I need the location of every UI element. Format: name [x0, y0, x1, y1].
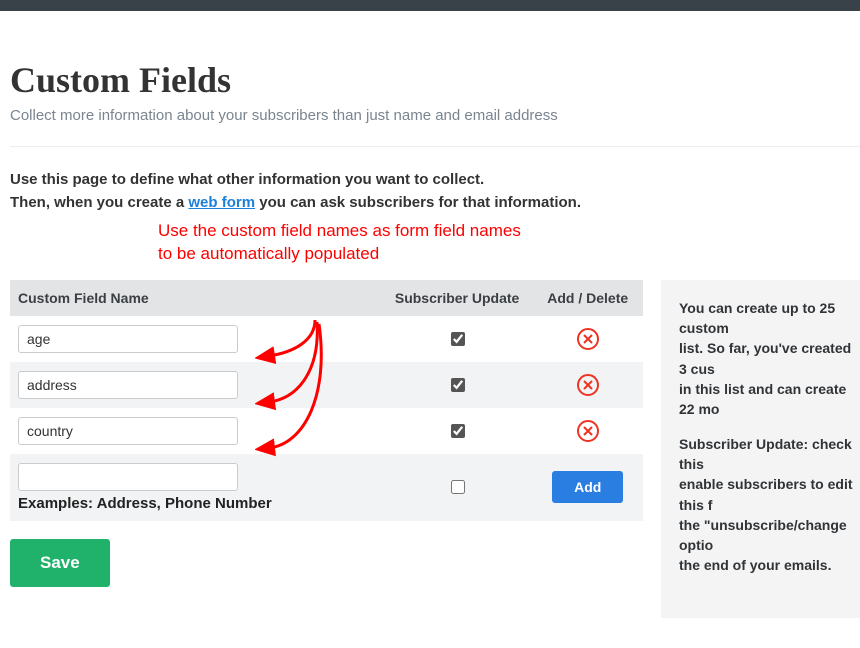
subscriber-update-checkbox[interactable]: [451, 480, 465, 494]
field-name-input[interactable]: [18, 325, 238, 353]
examples-text: Examples: Address, Phone Number: [18, 495, 374, 512]
field-name-input-new[interactable]: [18, 463, 238, 491]
subscriber-update-checkbox[interactable]: [451, 424, 465, 438]
add-button[interactable]: Add: [552, 471, 623, 503]
field-name-input[interactable]: [18, 371, 238, 399]
subscriber-update-checkbox[interactable]: [451, 378, 465, 392]
close-icon: [583, 380, 593, 390]
intro-line2: Then, when you create a web form you can…: [10, 192, 860, 215]
sidebar-info: You can create up to 25 custom list. So …: [661, 280, 860, 618]
th-actions: Add / Delete: [532, 280, 643, 316]
subscriber-update-checkbox[interactable]: [451, 332, 465, 346]
annotation-overlay: Use the custom field names as form field…: [158, 220, 860, 266]
delete-button[interactable]: [577, 420, 599, 442]
table-row: [10, 408, 643, 454]
divider: [10, 146, 860, 147]
custom-fields-table-wrap: Custom Field Name Subscriber Update Add …: [10, 280, 643, 587]
table-row-new: Examples: Address, Phone Number Add: [10, 454, 643, 521]
save-button[interactable]: Save: [10, 539, 110, 587]
page-title: Custom Fields: [10, 59, 860, 101]
table-row: [10, 362, 643, 408]
intro-text: Use this page to define what other infor…: [10, 169, 860, 214]
custom-fields-table: Custom Field Name Subscriber Update Add …: [10, 280, 643, 521]
intro-line1: Use this page to define what other infor…: [10, 169, 860, 192]
field-name-input[interactable]: [18, 417, 238, 445]
delete-button[interactable]: [577, 328, 599, 350]
close-icon: [583, 426, 593, 436]
delete-button[interactable]: [577, 374, 599, 396]
close-icon: [583, 334, 593, 344]
top-bar: [0, 0, 860, 11]
th-update: Subscriber Update: [382, 280, 533, 316]
page-subtitle: Collect more information about your subs…: [10, 107, 860, 124]
table-row: [10, 316, 643, 362]
th-name: Custom Field Name: [10, 280, 382, 316]
web-form-link[interactable]: web form: [188, 194, 255, 211]
